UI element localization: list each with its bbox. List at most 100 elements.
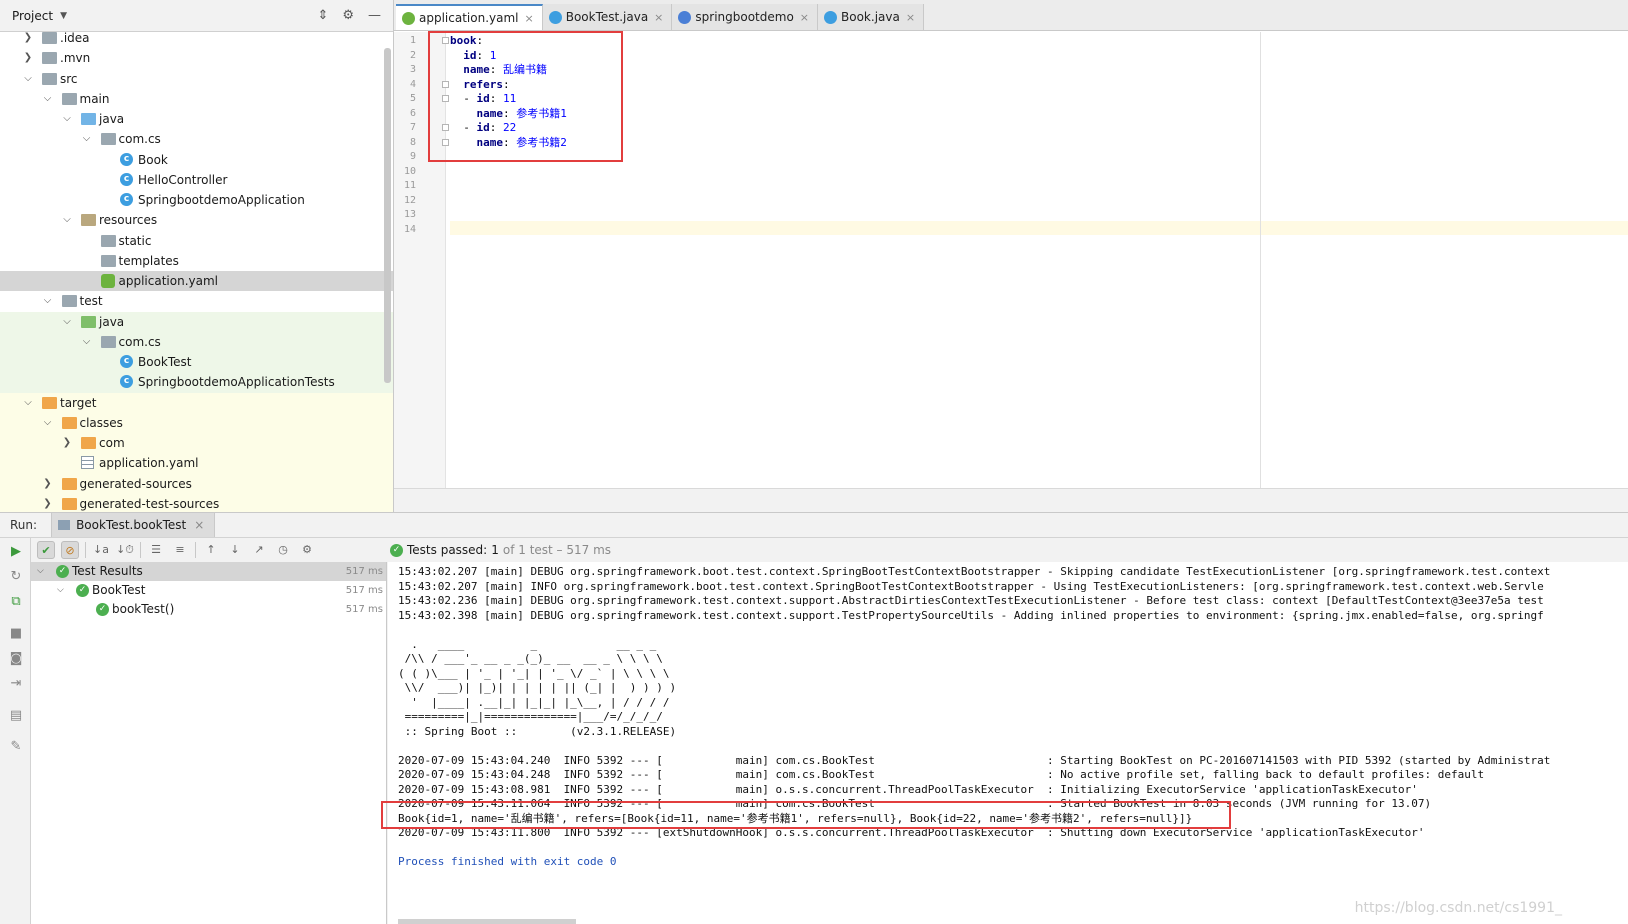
chevron-down-icon[interactable]: ⌵: [37, 562, 44, 581]
stop-icon[interactable]: ■: [8, 626, 24, 642]
expand-all-icon[interactable]: ☰: [147, 541, 165, 559]
tree-item[interactable]: ⌵ main: [0, 89, 393, 109]
rerun-failed-icon[interactable]: ↻: [8, 569, 24, 585]
tree-item[interactable]: templates: [0, 251, 393, 271]
close-icon[interactable]: ×: [906, 11, 915, 24]
chevron-right-icon[interactable]: ❯: [22, 48, 34, 68]
minimize-icon[interactable]: —: [368, 8, 381, 23]
chevron-down-icon[interactable]: ⌵: [61, 312, 73, 332]
close-icon[interactable]: ×: [800, 11, 809, 24]
exit-icon[interactable]: ⇥: [8, 676, 24, 692]
tree-item[interactable]: static: [0, 231, 393, 251]
test-result-item[interactable]: ✓ bookTest() 517 ms: [31, 600, 386, 619]
chevron-right-icon[interactable]: ❯: [61, 433, 73, 453]
chevron-down-icon[interactable]: ⌵: [57, 581, 64, 600]
run-tab-booktest[interactable]: BookTest.bookTest ×: [51, 513, 216, 537]
project-scrollbar[interactable]: [384, 48, 391, 383]
close-icon[interactable]: ×: [194, 518, 204, 532]
tree-item[interactable]: ❯ .mvn: [0, 48, 393, 68]
console-line: 2020-07-09 15:43:11.064 INFO 5392 --- [ …: [398, 797, 1432, 810]
tree-item-label: main: [79, 91, 110, 106]
tree-item[interactable]: ⌵ java: [0, 311, 393, 332]
export-icon[interactable]: ↗: [250, 541, 268, 559]
layout-icon[interactable]: ▤: [8, 708, 24, 724]
tree-item[interactable]: ❯ generated-test-sources: [0, 493, 393, 512]
code-area[interactable]: book: id: 1 name: 乱编书籍 refers: - id: 11 …: [450, 32, 1628, 488]
fold-marker-icon[interactable]: [442, 37, 449, 44]
tree-item[interactable]: ⌵ java: [0, 109, 393, 129]
tree-item[interactable]: c BookTest: [0, 352, 393, 373]
chevron-down-icon[interactable]: ⌵: [81, 332, 93, 352]
console-line: ' |____| .__|_| |_|_| |_\__, | / / / /: [398, 695, 670, 709]
collapse-all-icon[interactable]: ≡: [171, 541, 189, 559]
test-duration: 517 ms: [345, 604, 383, 615]
fold-marker-icon[interactable]: [442, 124, 449, 131]
sort-alpha-icon[interactable]: ↓a: [92, 541, 110, 559]
tree-item[interactable]: c SpringbootdemoApplicationTests: [0, 372, 393, 393]
show-passed-icon[interactable]: ✔: [37, 541, 55, 559]
camera-icon[interactable]: ◙: [8, 651, 24, 667]
fold-marker-icon[interactable]: [442, 138, 449, 146]
next-icon[interactable]: ↓: [226, 541, 244, 559]
tree-item-label: templates: [118, 253, 179, 268]
editor-tab[interactable]: springbootdemo ×: [672, 4, 819, 30]
tree-item[interactable]: ⌵ com.cs: [0, 129, 393, 149]
code-line: - id: 22: [450, 121, 516, 136]
close-icon[interactable]: ×: [654, 11, 663, 24]
tree-item[interactable]: ⌵ resources: [0, 210, 393, 230]
chevron-right-icon[interactable]: ❯: [42, 494, 54, 512]
console-output[interactable]: https://blog.csdn.net/cs1991_ 15:43:02.2…: [388, 562, 1628, 924]
chevron-down-icon[interactable]: ⌵: [42, 291, 54, 311]
tree-item[interactable]: ❯ generated-sources: [0, 473, 393, 494]
editor-tab[interactable]: BookTest.java ×: [542, 4, 673, 30]
tree-item[interactable]: ⌵ test: [0, 291, 393, 311]
toolbar-separator: [195, 542, 196, 558]
tree-item[interactable]: c HelloController: [0, 170, 393, 190]
chevron-down-icon[interactable]: ⌵: [22, 393, 34, 413]
sort-duration-icon[interactable]: ↓⏱: [116, 541, 134, 559]
editor-tab[interactable]: application.yaml ×: [396, 4, 543, 30]
collapse-all-icon[interactable]: ⇕: [317, 8, 328, 23]
gear-icon[interactable]: ⚙: [342, 8, 354, 23]
console-hscrollbar[interactable]: [398, 919, 576, 924]
tree-item[interactable]: ⌵ src: [0, 69, 393, 89]
test-result-item[interactable]: ⌵ ✓ Test Results 517 ms: [31, 562, 386, 581]
show-ignored-icon[interactable]: ⊘: [61, 541, 79, 559]
test-duration: 517 ms: [345, 585, 383, 596]
editor-tab[interactable]: Book.java ×: [818, 4, 925, 30]
close-icon[interactable]: ×: [525, 12, 534, 25]
fold-marker-icon[interactable]: [442, 80, 449, 88]
tree-item[interactable]: ⌵ target: [0, 392, 393, 413]
console-line: 15:43:02.207 [main] INFO org.springframe…: [398, 579, 1544, 593]
tree-item[interactable]: c SpringbootdemoApplication: [0, 190, 393, 210]
test-result-item[interactable]: ⌵ ✓ BookTest 517 ms: [31, 581, 386, 600]
rerun-icon[interactable]: ▶: [8, 544, 24, 560]
code-line: refers:: [450, 78, 509, 93]
tree-item[interactable]: application.yaml: [0, 271, 393, 292]
tree-item-label: application.yaml: [99, 456, 199, 471]
tree-item[interactable]: application.yaml: [0, 453, 393, 474]
tree-item[interactable]: c Book: [0, 150, 393, 170]
toggle-auto-test-icon[interactable]: ⧉: [8, 594, 24, 610]
tree-item[interactable]: ❯ .idea: [0, 28, 393, 48]
chevron-down-icon[interactable]: ⌵: [42, 413, 54, 433]
tree-item[interactable]: ⌵ classes: [0, 412, 393, 433]
project-view-selector[interactable]: Project: [12, 9, 53, 23]
tree-item-label: test: [79, 294, 103, 309]
chevron-down-icon[interactable]: ⌵: [22, 69, 34, 89]
settings-icon[interactable]: ⚙: [298, 541, 316, 559]
fold-marker-icon[interactable]: [442, 95, 449, 102]
history-icon[interactable]: ◷: [274, 541, 292, 559]
chevron-down-icon[interactable]: ⌵: [61, 210, 73, 230]
pin-icon[interactable]: ✎: [8, 739, 24, 755]
tree-item[interactable]: ❯ com: [0, 433, 393, 454]
chevron-down-icon[interactable]: ▼: [60, 11, 67, 21]
chevron-down-icon[interactable]: ⌵: [61, 109, 73, 129]
tree-item[interactable]: ⌵ com.cs: [0, 331, 393, 352]
chevron-right-icon[interactable]: ❯: [22, 28, 34, 48]
chevron-down-icon[interactable]: ⌵: [42, 89, 54, 109]
previous-icon[interactable]: ↑: [202, 541, 220, 559]
yaml-value: 11: [503, 92, 517, 105]
chevron-down-icon[interactable]: ⌵: [81, 129, 93, 149]
chevron-right-icon[interactable]: ❯: [42, 474, 54, 494]
